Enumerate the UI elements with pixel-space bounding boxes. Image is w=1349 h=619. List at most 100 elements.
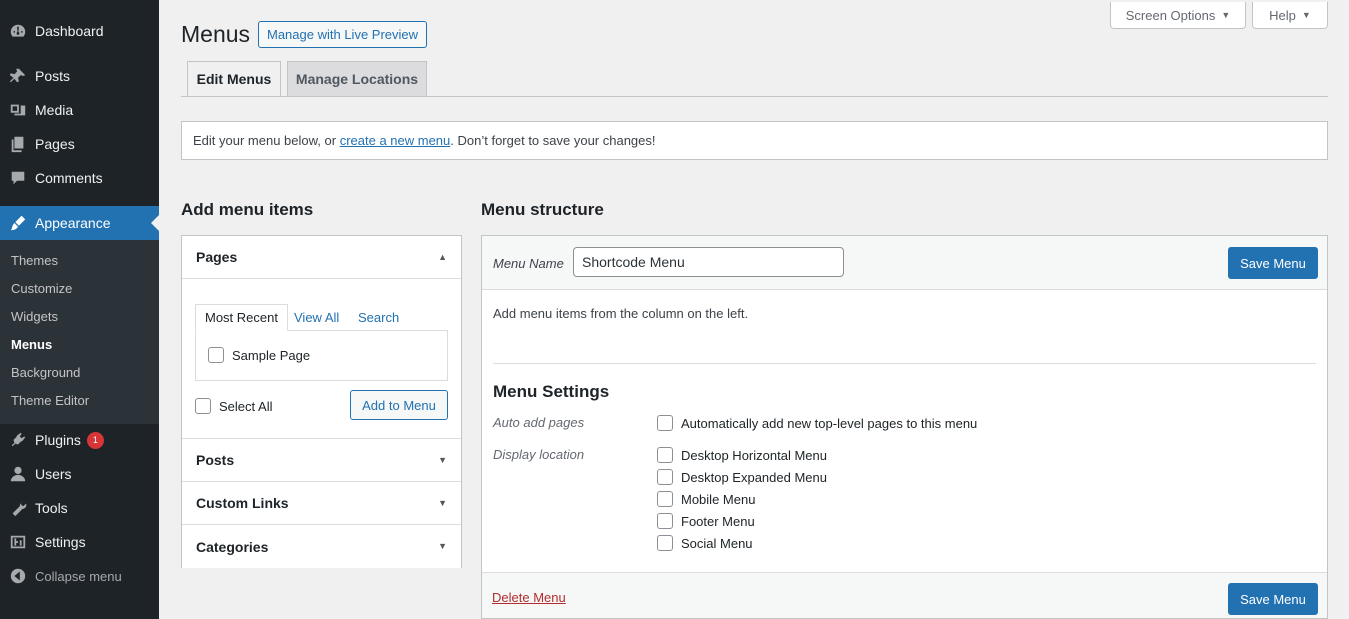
location-label: Desktop Horizontal Menu: [681, 447, 827, 463]
user-icon: [8, 464, 28, 484]
page-item-label: Sample Page: [232, 347, 311, 363]
sidebar-item-pages[interactable]: Pages: [0, 127, 159, 161]
tab-search[interactable]: Search: [349, 304, 408, 331]
auto-add-checkbox[interactable]: [657, 415, 673, 431]
accordion-categories-header[interactable]: Categories ▼: [182, 525, 461, 568]
divider: [493, 363, 1316, 364]
live-preview-button[interactable]: Manage with Live Preview: [258, 21, 428, 48]
sidebar-item-tools[interactable]: Tools: [0, 491, 159, 525]
sidebar-item-label: Plugins: [35, 432, 81, 448]
location-checkbox[interactable]: [657, 469, 673, 485]
media-icon: [8, 100, 28, 120]
appearance-submenu: Themes Customize Widgets Menus Backgroun…: [0, 240, 159, 424]
sidebar-item-label: Tools: [35, 500, 68, 516]
submenu-item-menus[interactable]: Menus: [11, 337, 52, 352]
sidebar-item-label: Media: [35, 102, 74, 118]
location-label: Social Menu: [681, 535, 753, 551]
sidebar-item-label: Appearance: [35, 215, 111, 231]
auto-add-label: Auto add pages: [493, 415, 585, 430]
delete-menu-link[interactable]: Delete Menu: [492, 590, 566, 605]
location-label: Desktop Expanded Menu: [681, 469, 827, 485]
submenu-item-widgets[interactable]: Widgets: [11, 309, 58, 324]
accordion-title: Pages: [196, 249, 238, 265]
save-menu-button[interactable]: Save Menu: [1228, 247, 1318, 279]
sidebar-item-label: Settings: [35, 534, 86, 550]
sidebar-item-dashboard[interactable]: Dashboard: [0, 14, 159, 48]
menu-footer: Delete Menu Save Menu: [482, 572, 1327, 618]
page-item-row: Sample Page: [208, 347, 310, 363]
caret-down-icon: ▼: [1221, 10, 1231, 20]
collapse-menu-button[interactable]: Collapse menu: [0, 559, 159, 593]
select-all-checkbox[interactable]: [195, 398, 211, 414]
dashboard-icon: [8, 21, 28, 41]
location-checkbox[interactable]: [657, 447, 673, 463]
sidebar-item-users[interactable]: Users: [0, 457, 159, 491]
caret-down-icon: ▼: [1301, 10, 1311, 20]
location-checkbox[interactable]: [657, 513, 673, 529]
plugin-icon: [8, 430, 28, 450]
tab-divider: [181, 96, 1328, 97]
page-item-checkbox[interactable]: [208, 347, 224, 363]
submenu-item-background[interactable]: Background: [11, 365, 80, 380]
location-row: Desktop Expanded Menu: [657, 469, 827, 485]
location-row: Mobile Menu: [657, 491, 755, 507]
sidebar-item-label: Comments: [35, 170, 103, 186]
notice-text-before: Edit your menu below, or: [193, 133, 337, 148]
tab-view-all[interactable]: View All: [285, 304, 348, 331]
tab-manage-locations[interactable]: Manage Locations: [287, 61, 427, 97]
sidebar-item-plugins[interactable]: Plugins 1: [0, 423, 159, 457]
submenu-item-theme-editor[interactable]: Theme Editor: [11, 393, 89, 408]
caret-down-icon: ▼: [438, 541, 447, 551]
accordion-pages-header[interactable]: Pages ▲: [182, 236, 461, 279]
sidebar-item-comments[interactable]: Comments: [0, 161, 159, 195]
auto-add-option-label: Automatically add new top-level pages to…: [681, 415, 978, 431]
select-all-row: Select All: [195, 398, 272, 414]
location-checkbox[interactable]: [657, 491, 673, 507]
sidebar-item-posts[interactable]: Posts: [0, 59, 159, 93]
submenu-item-customize[interactable]: Customize: [11, 281, 72, 296]
menu-instructions: Add menu items from the column on the le…: [493, 306, 749, 321]
submenu-item-themes[interactable]: Themes: [11, 253, 58, 268]
collapse-icon: [8, 566, 28, 586]
sidebar-item-label: Users: [35, 466, 72, 482]
update-count-badge: 1: [86, 431, 104, 449]
location-row: Desktop Horizontal Menu: [657, 447, 827, 463]
wrench-icon: [8, 498, 28, 518]
menu-settings-title: Menu Settings: [493, 382, 610, 401]
collapse-label: Collapse menu: [35, 568, 122, 584]
pin-icon: [8, 66, 28, 86]
screen-options-button[interactable]: Screen Options ▼: [1110, 2, 1246, 29]
caret-down-icon: ▼: [438, 498, 447, 508]
menu-edit-panel: Menu Name Save Menu Add menu items from …: [481, 235, 1328, 619]
add-menu-items-heading: Add menu items: [181, 200, 314, 219]
tab-edit-menus[interactable]: Edit Menus: [187, 61, 281, 97]
save-menu-button[interactable]: Save Menu: [1228, 583, 1318, 615]
accordion-pages-body: Most Recent View All Search Sample Page …: [182, 279, 461, 439]
notice-text-after: . Don’t forget to save your changes!: [450, 133, 656, 148]
location-checkbox[interactable]: [657, 535, 673, 551]
caret-down-icon: ▼: [438, 455, 447, 465]
page-list-panel: Sample Page: [195, 330, 448, 381]
location-row: Footer Menu: [657, 513, 755, 529]
sidebar-item-appearance[interactable]: Appearance: [0, 206, 159, 240]
sidebar-item-media[interactable]: Media: [0, 93, 159, 127]
comment-icon: [8, 168, 28, 188]
accordion-custom-links-header[interactable]: Custom Links ▼: [182, 482, 461, 525]
add-to-menu-button[interactable]: Add to Menu: [350, 390, 448, 420]
create-new-menu-link[interactable]: create a new menu: [340, 133, 451, 148]
menu-header: Menu Name Save Menu: [482, 236, 1327, 290]
menu-name-input[interactable]: [573, 247, 844, 277]
accordion-title: Custom Links: [196, 495, 289, 511]
admin-sidebar: Dashboard Posts Media Pages Comments App…: [0, 0, 159, 619]
brush-icon: [8, 213, 28, 233]
sidebar-item-label: Pages: [35, 136, 75, 152]
add-items-accordion: Pages ▲ Most Recent View All Search Samp…: [181, 235, 462, 568]
tab-most-recent[interactable]: Most Recent: [195, 304, 288, 331]
location-label: Mobile Menu: [681, 491, 756, 507]
sidebar-item-settings[interactable]: Settings: [0, 525, 159, 559]
accordion-posts-header[interactable]: Posts ▼: [182, 439, 461, 482]
page-title: Menus: [181, 21, 251, 47]
caret-up-icon: ▲: [438, 252, 447, 262]
help-button[interactable]: Help ▼: [1252, 2, 1328, 29]
active-indicator: [151, 215, 159, 231]
